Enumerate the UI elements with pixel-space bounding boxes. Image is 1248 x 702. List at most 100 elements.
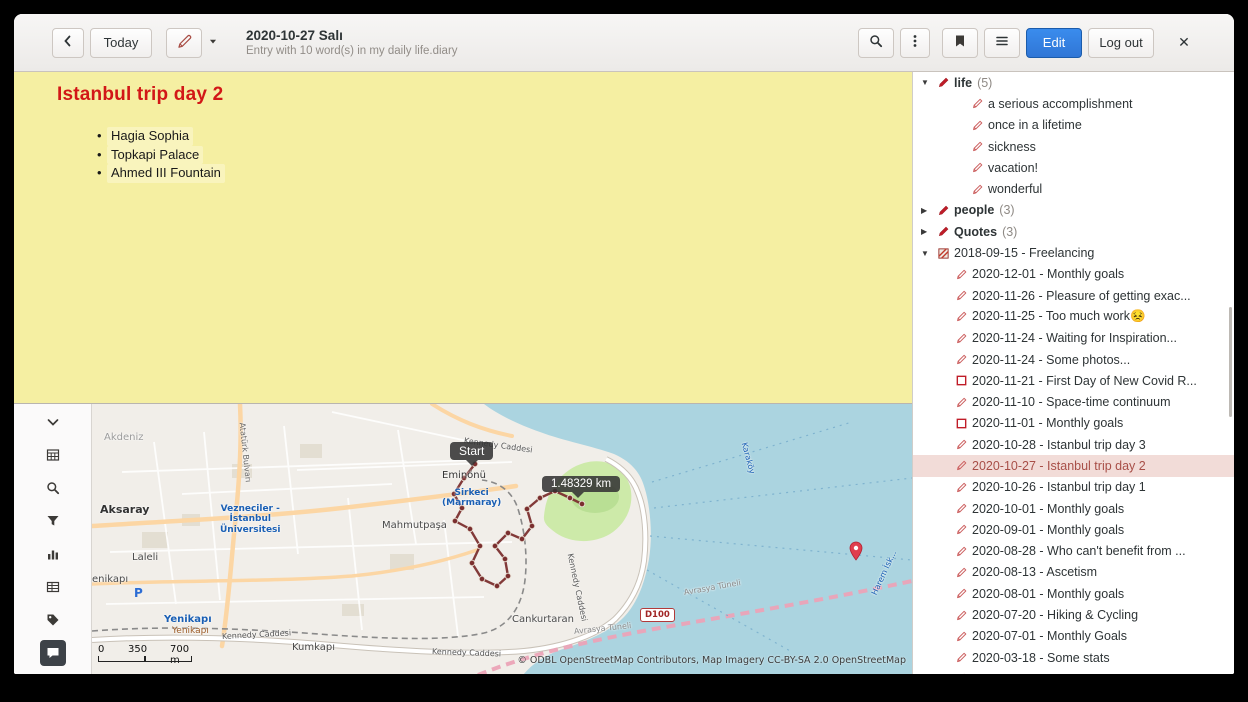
panel-toolbar bbox=[14, 404, 92, 674]
expander-icon[interactable]: ▼ bbox=[921, 78, 937, 87]
chart-icon[interactable] bbox=[40, 541, 66, 567]
tree-item-label: once in a lifetime bbox=[988, 118, 1082, 132]
tree-item-count: (3) bbox=[1002, 225, 1017, 239]
logout-button[interactable]: Log out bbox=[1088, 28, 1154, 58]
pencil-icon bbox=[955, 289, 972, 302]
tree-item[interactable]: 2020-08-13 - Ascetism bbox=[913, 562, 1234, 583]
scale-label-700: 700 m bbox=[170, 644, 198, 666]
tree-item-label: 2020-11-24 - Some photos... bbox=[972, 353, 1130, 367]
expander-icon[interactable]: ▼ bbox=[921, 249, 937, 258]
more-options-button[interactable] bbox=[900, 28, 930, 58]
tree-item-label: sickness bbox=[988, 140, 1036, 154]
tree-item-label: 2020-03-18 - Some stats bbox=[972, 651, 1110, 665]
tree-item-label: 2020-11-26 - Pleasure of getting exac... bbox=[972, 289, 1191, 303]
tree-item[interactable]: 2020-07-20 - Hiking & Cycling bbox=[913, 604, 1234, 625]
headerbar: Today 2020-10-27 Salı Entry with 10 word… bbox=[14, 14, 1234, 72]
tree-item[interactable]: 2020-08-01 - Monthly goals bbox=[913, 583, 1234, 604]
tree-item-label: vacation! bbox=[988, 161, 1038, 175]
expander-icon[interactable]: ▶ bbox=[921, 206, 937, 215]
pencil-icon bbox=[955, 502, 972, 515]
sidebar-scrollbar[interactable] bbox=[1229, 307, 1232, 417]
map-panel-icon[interactable] bbox=[40, 640, 66, 666]
bullet-text: Ahmed III Fountain bbox=[107, 164, 225, 183]
close-icon: ✕ bbox=[1178, 34, 1190, 51]
tree-item-label: 2020-08-13 - Ascetism bbox=[972, 565, 1097, 579]
bookmark-button[interactable] bbox=[942, 28, 978, 58]
pencil-icon bbox=[955, 651, 972, 664]
entry-text-area[interactable]: Istanbul trip day 2 •Hagia Sophia•Topkap… bbox=[14, 72, 912, 403]
tree-item[interactable]: 2020-11-01 - Monthly goals bbox=[913, 413, 1234, 434]
search-button[interactable] bbox=[858, 28, 894, 58]
diary-icon bbox=[937, 247, 954, 260]
route-start-label: Start bbox=[459, 444, 484, 458]
tree-item-label: 2020-08-28 - Who can't benefit from ... bbox=[972, 544, 1186, 558]
road-shield-d100: D100 bbox=[640, 608, 675, 622]
tree-item[interactable]: ▼ life (5) bbox=[913, 72, 1234, 93]
tree-item[interactable]: 2020-10-26 - Istanbul trip day 1 bbox=[913, 477, 1234, 498]
tree-item[interactable]: 2020-11-25 - Too much work😣 bbox=[913, 306, 1234, 327]
tree-item[interactable]: sickness bbox=[913, 136, 1234, 157]
tag-icon[interactable] bbox=[40, 607, 66, 633]
pencil-icon bbox=[955, 268, 972, 281]
close-window-button[interactable]: ✕ bbox=[1170, 28, 1198, 58]
tree-item[interactable]: 2020-11-10 - Space-time continuum bbox=[913, 391, 1234, 412]
tree-item[interactable]: a serious accomplishment bbox=[913, 93, 1234, 114]
today-button[interactable]: Today bbox=[90, 28, 152, 58]
pencil-icon bbox=[955, 459, 972, 472]
tree-item[interactable]: 2020-07-01 - Monthly Goals bbox=[913, 626, 1234, 647]
entry-pencil-button[interactable] bbox=[166, 28, 202, 58]
tree-item[interactable]: 2020-12-01 - Monthly goals bbox=[913, 264, 1234, 285]
pencil-icon bbox=[955, 481, 972, 494]
calendar-icon[interactable] bbox=[40, 442, 66, 468]
entry-title: Istanbul trip day 2 bbox=[57, 84, 892, 106]
tree-item[interactable]: ▶people(3) bbox=[913, 200, 1234, 221]
tree-item[interactable]: wonderful bbox=[913, 178, 1234, 199]
tree-item[interactable]: 2020-11-24 - Waiting for Inspiration... bbox=[913, 328, 1234, 349]
entry-bullet-item: •Hagia Sophia bbox=[97, 127, 892, 146]
scale-label-0: 0 bbox=[98, 644, 104, 655]
page-subtitle: Entry with 10 word(s) in my daily life.d… bbox=[246, 44, 458, 58]
expander-icon[interactable]: ▶ bbox=[921, 227, 937, 236]
table-icon[interactable] bbox=[40, 574, 66, 600]
pencil-icon bbox=[955, 587, 972, 600]
tree-item-label: 2020-11-01 - Monthly goals bbox=[972, 416, 1123, 430]
tree-item[interactable]: vacation! bbox=[913, 157, 1234, 178]
tree-item-label: 2020-10-28 - Istanbul trip day 3 bbox=[972, 438, 1146, 452]
pencil-icon bbox=[955, 545, 972, 558]
tree-item[interactable]: 2020-11-24 - Some photos... bbox=[913, 349, 1234, 370]
entry-dropdown-button[interactable] bbox=[202, 28, 224, 58]
map-view[interactable]: AkdenizAksarayVezneciler - İstanbul Üniv… bbox=[92, 404, 912, 674]
tree-item[interactable]: ▼2018-09-15 - Freelancing bbox=[913, 242, 1234, 263]
map-image[interactable] bbox=[92, 404, 912, 674]
collapse-chevron-icon[interactable] bbox=[40, 409, 66, 435]
pencil-icon bbox=[955, 609, 972, 622]
tree-item-count: (5) bbox=[977, 76, 992, 90]
main-menu-button[interactable] bbox=[984, 28, 1020, 58]
back-button[interactable] bbox=[52, 28, 84, 58]
map-scalebar: 0 350 700 m bbox=[98, 644, 198, 662]
pencil-icon bbox=[955, 396, 972, 409]
tree-item[interactable]: 2020-11-21 - First Day of New Covid R... bbox=[913, 370, 1234, 391]
tree-item[interactable]: 2020-01-15 - Some stats bbox=[913, 668, 1234, 674]
filter-icon[interactable] bbox=[40, 508, 66, 534]
tree-item-label: 2020-07-01 - Monthly Goals bbox=[972, 629, 1127, 643]
tree-item[interactable]: 2020-09-01 - Monthly goals bbox=[913, 519, 1234, 540]
tree-item[interactable]: 2020-10-28 - Istanbul trip day 3 bbox=[913, 434, 1234, 455]
logout-button-label: Log out bbox=[1099, 35, 1142, 50]
tree-item-label: life bbox=[954, 76, 972, 90]
tree-item[interactable]: 2020-10-27 - Istanbul trip day 2 bbox=[913, 455, 1234, 476]
bullet-icon: • bbox=[97, 164, 107, 183]
tree-item[interactable]: once in a lifetime bbox=[913, 115, 1234, 136]
tree-item[interactable]: 2020-11-26 - Pleasure of getting exac... bbox=[913, 285, 1234, 306]
search-panel-icon[interactable] bbox=[40, 475, 66, 501]
tree-item[interactable]: 2020-10-01 - Monthly goals bbox=[913, 498, 1234, 519]
search-icon bbox=[868, 33, 884, 52]
tree-item[interactable]: 2020-08-28 - Who can't benefit from ... bbox=[913, 541, 1234, 562]
tree-item[interactable]: ▶Quotes(3) bbox=[913, 221, 1234, 242]
pencil-icon bbox=[955, 566, 972, 579]
tree-item[interactable]: 2020-03-18 - Some stats bbox=[913, 647, 1234, 668]
pencil-icon bbox=[971, 97, 988, 110]
edit-button[interactable]: Edit bbox=[1026, 28, 1082, 58]
page-title: 2020-10-27 Salı bbox=[246, 28, 458, 44]
pencil-icon bbox=[955, 630, 972, 643]
